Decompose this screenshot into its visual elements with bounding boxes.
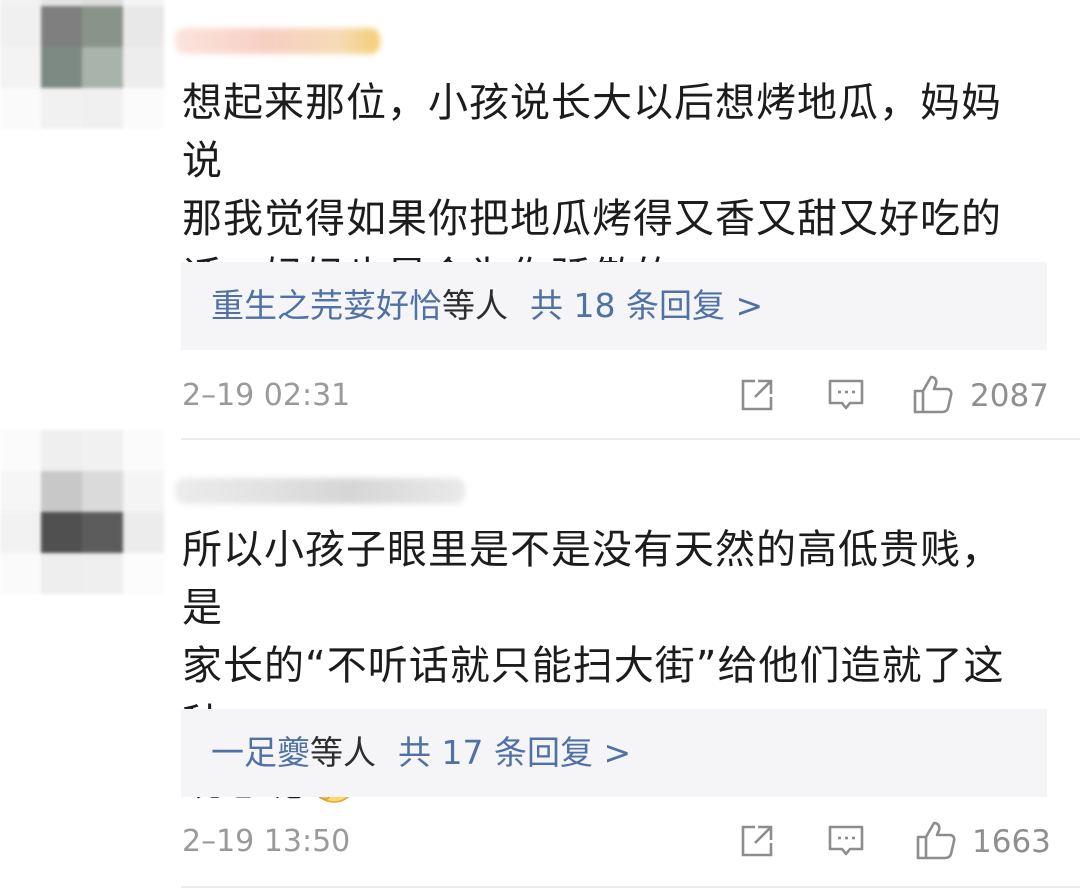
share-icon[interactable]	[738, 376, 776, 422]
comment-icon[interactable]	[826, 376, 866, 422]
reply-count-link[interactable]: 共 18 条回复 >	[530, 286, 763, 325]
comment-icon[interactable]	[826, 822, 866, 868]
replies-preview[interactable]: 一足夔等人共 17 条回复 >	[181, 709, 1047, 797]
timestamp: 2–19 13:50	[182, 824, 351, 859]
like-count: 2087	[970, 378, 1049, 414]
avatar[interactable]	[0, 430, 165, 595]
timestamp: 2–19 02:31	[182, 378, 351, 413]
divider	[181, 886, 1080, 888]
thumbs-up-icon[interactable]	[915, 819, 957, 869]
thumbs-up-icon[interactable]	[912, 373, 954, 423]
share-icon[interactable]	[738, 822, 776, 868]
comment-meta: 2–19 02:31 2087	[182, 375, 1049, 416]
comment-meta: 2–19 13:50 1663	[182, 821, 1051, 862]
replies-preview[interactable]: 重生之芫荽好恰等人共 18 条回复 >	[181, 262, 1047, 350]
username-blurred[interactable]	[175, 478, 465, 504]
comment-text-line: 所以小孩子眼里是不是没有天然的高低贵贱，是	[182, 527, 1002, 631]
reply-user-link[interactable]: 一足夔	[211, 733, 310, 772]
comment-text-line: 想起来那位，小孩说长大以后想烤地瓜，妈妈说	[182, 80, 1002, 184]
reply-etc-label: 等人	[310, 733, 376, 772]
reply-count-link[interactable]: 共 17 条回复 >	[398, 733, 631, 772]
comment-text-line: 那我觉得如果你把地瓜烤得又香又甜又好吃的	[182, 196, 1002, 242]
reply-user-link[interactable]: 重生之芫荽好恰	[211, 286, 442, 325]
avatar[interactable]	[0, 0, 165, 130]
username-blurred[interactable]	[175, 28, 380, 54]
divider	[181, 438, 1080, 440]
reply-etc-label: 等人	[442, 286, 508, 325]
like-count: 1663	[972, 824, 1051, 860]
